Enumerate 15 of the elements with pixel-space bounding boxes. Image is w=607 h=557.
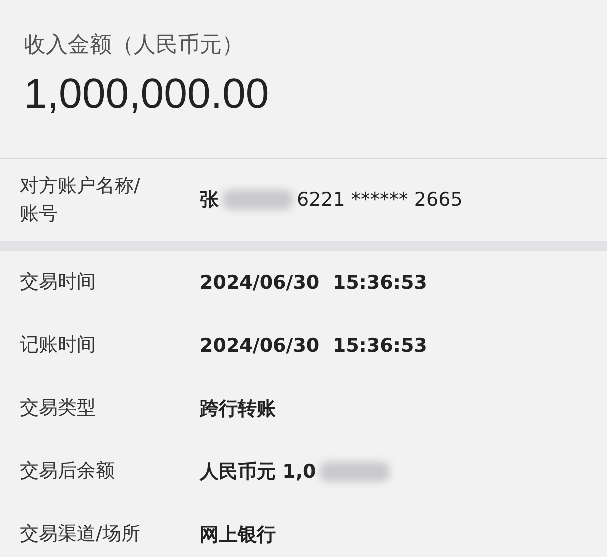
- field-value: 网上银行: [200, 522, 276, 548]
- field-label: 交易时间: [20, 270, 96, 296]
- field-value: 人民币元 1,0: [200, 460, 316, 484]
- account-number: 6221 ****** 2665: [297, 189, 463, 211]
- field-label: 交易渠道/场所: [20, 522, 140, 548]
- field-value: 张: [200, 188, 219, 213]
- amount-title: 收入金额（人民币元）: [24, 32, 244, 60]
- field-value: 2024/06/30 15:36:53: [200, 334, 428, 356]
- field-label: 交易后余额: [20, 459, 115, 484]
- amount-value: 1,000,000.00: [24, 70, 270, 118]
- field-label: 对方账户名称/账号: [20, 174, 142, 227]
- field-value: 跨行转账: [200, 396, 276, 422]
- field-label: 交易类型: [20, 396, 96, 422]
- field-value: 2024/06/30 15:36:53: [200, 272, 428, 294]
- field-label: 记账时间: [20, 333, 96, 358]
